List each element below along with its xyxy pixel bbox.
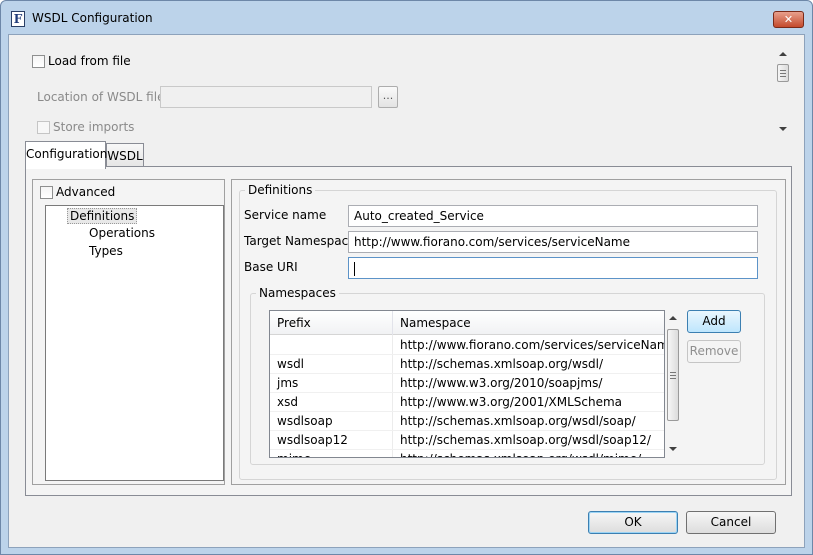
table-row[interactable]: mime http://schemas.xmlsoap.org/wsdl/mim… <box>270 450 664 457</box>
column-header-prefix[interactable]: Prefix <box>270 311 393 335</box>
close-button[interactable]: ✕ <box>773 11 804 28</box>
table-row[interactable]: wsdl http://schemas.xmlsoap.org/wsdl/ <box>270 355 664 374</box>
text-caret <box>354 261 355 276</box>
base-uri-label: Base URI <box>244 260 298 274</box>
configuration-tab-panel: Advanced Definitions Operations Types De… <box>25 166 792 496</box>
location-label: Location of WSDL file <box>37 90 165 104</box>
table-row[interactable]: jms http://www.w3.org/2010/soapjms/ <box>270 374 664 393</box>
tree-item-operations[interactable]: Operations <box>89 226 155 240</box>
base-uri-input[interactable] <box>348 257 758 279</box>
namespace-cell: http://www.fiorano.com/services/serviceN… <box>400 338 665 352</box>
table-scroll-thumb[interactable] <box>667 329 679 421</box>
prefix-cell: xsd <box>277 395 298 409</box>
prefix-cell: wsdlsoap <box>277 414 333 428</box>
table-scroll-up-icon[interactable] <box>669 316 677 320</box>
namespaces-table[interactable]: Prefix Namespace http://www.fiorano.com/… <box>269 310 665 458</box>
dialog-client-area: Load from file Location of WSDL file ...… <box>8 34 805 548</box>
window-title: WSDL Configuration <box>32 11 153 25</box>
store-imports-checkbox[interactable] <box>37 121 50 134</box>
navigation-tree: Definitions Operations Types <box>45 205 224 481</box>
location-input[interactable] <box>160 86 372 108</box>
scroll-up-arrow-icon[interactable] <box>779 52 787 56</box>
table-row[interactable]: http://www.fiorano.com/services/serviceN… <box>270 336 665 355</box>
tree-item-types[interactable]: Types <box>89 244 123 258</box>
prefix-cell: jms <box>277 376 299 390</box>
service-name-label: Service name <box>244 208 327 222</box>
tree-item-definitions[interactable]: Definitions <box>67 208 138 224</box>
browse-button[interactable]: ... <box>378 86 398 108</box>
top-section-scrollbar[interactable] <box>775 46 791 138</box>
tab-configuration[interactable]: Configuration <box>25 141 107 169</box>
table-header: Prefix Namespace <box>270 311 664 335</box>
namespace-cell: http://schemas.xmlsoap.org/wsdl/soap12/ <box>400 433 651 447</box>
namespace-cell: http://www.w3.org/2010/soapjms/ <box>400 376 603 390</box>
namespace-cell: http://schemas.xmlsoap.org/wsdl/ <box>400 357 603 371</box>
title-bar[interactable]: F WSDL Configuration ✕ <box>1 1 812 34</box>
ok-button[interactable]: OK <box>588 511 678 534</box>
service-name-input[interactable]: Auto_created_Service <box>348 205 758 227</box>
namespaces-group-title: Namespaces <box>256 286 339 300</box>
load-from-file-label: Load from file <box>48 54 131 68</box>
scroll-thumb[interactable] <box>777 64 789 82</box>
definitions-group-title: Definitions <box>245 183 316 197</box>
target-namespace-label: Target Namespace <box>244 234 356 248</box>
wsdl-source-section: Load from file Location of WSDL file ...… <box>25 46 780 138</box>
prefix-cell: mime <box>270 450 393 457</box>
target-namespace-input[interactable]: http://www.fiorano.com/services/serviceN… <box>348 231 758 253</box>
prefix-cell: wsdl <box>277 357 305 371</box>
load-from-file-checkbox[interactable] <box>32 55 45 68</box>
navigation-pane: Advanced Definitions Operations Types <box>32 179 225 485</box>
remove-namespace-button[interactable]: Remove <box>687 340 741 363</box>
namespace-cell: http://schemas.xmlsoap.org/wsdl/soap/ <box>400 414 636 428</box>
namespace-cell: http://schemas.xmlsoap.org/wsdl/mime/ <box>393 450 664 457</box>
definitions-pane: Definitions Service name Auto_created_Se… <box>231 179 786 485</box>
advanced-label: Advanced <box>56 185 116 199</box>
prefix-cell: wsdlsoap12 <box>277 433 348 447</box>
advanced-checkbox[interactable] <box>40 186 53 199</box>
store-imports-label: Store imports <box>53 120 135 134</box>
dialog-window: F WSDL Configuration ✕ Load from file Lo… <box>0 0 813 555</box>
table-row[interactable]: xsd http://www.w3.org/2001/XMLSchema <box>270 393 664 412</box>
namespace-cell: http://www.w3.org/2001/XMLSchema <box>400 395 622 409</box>
table-row[interactable]: wsdlsoap http://schemas.xmlsoap.org/wsdl… <box>270 412 664 431</box>
prefix-cell <box>270 336 393 355</box>
table-scroll-down-icon[interactable] <box>669 447 677 451</box>
table-scrollbar[interactable] <box>665 311 681 457</box>
column-header-namespace[interactable]: Namespace <box>393 311 664 335</box>
add-namespace-button[interactable]: Add <box>687 310 741 333</box>
app-logo-icon: F <box>11 11 25 27</box>
scroll-down-arrow-icon[interactable] <box>779 127 787 131</box>
table-row[interactable]: wsdlsoap12 http://schemas.xmlsoap.org/ws… <box>270 431 664 450</box>
cancel-button[interactable]: Cancel <box>686 511 776 534</box>
